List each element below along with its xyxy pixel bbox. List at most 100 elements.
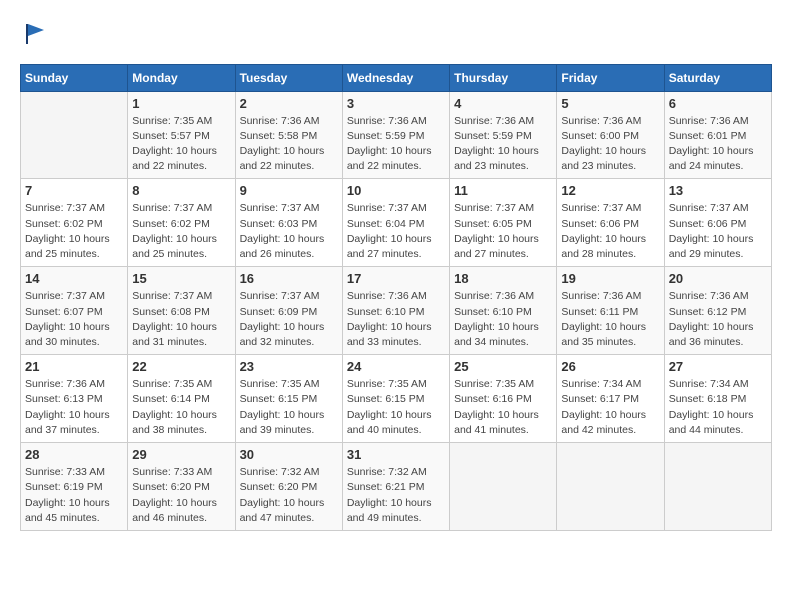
calendar-cell: 13 Sunrise: 7:37 AM Sunset: 6:06 PM Dayli… bbox=[664, 179, 771, 267]
day-detail: Sunrise: 7:37 AM Sunset: 6:05 PM Dayligh… bbox=[454, 201, 552, 262]
day-number: 25 bbox=[454, 359, 552, 374]
header-monday: Monday bbox=[128, 64, 235, 91]
calendar-cell: 23 Sunrise: 7:35 AM Sunset: 6:15 PM Dayli… bbox=[235, 355, 342, 443]
calendar-cell: 10 Sunrise: 7:37 AM Sunset: 6:04 PM Dayli… bbox=[342, 179, 449, 267]
day-detail: Sunrise: 7:36 AM Sunset: 6:11 PM Dayligh… bbox=[561, 289, 659, 350]
day-number: 26 bbox=[561, 359, 659, 374]
calendar-cell: 29Sunrise: 7:33 AM Sunset: 6:20 PM Dayli… bbox=[128, 443, 235, 531]
day-number: 21 bbox=[25, 359, 123, 374]
calendar-cell: 31 Sunrise: 7:32 AM Sunset: 6:21 PM Dayli… bbox=[342, 443, 449, 531]
logo bbox=[20, 20, 50, 48]
calendar-cell: 20 Sunrise: 7:36 AM Sunset: 6:12 PM Dayli… bbox=[664, 267, 771, 355]
day-detail: Sunrise: 7:34 AM Sunset: 6:17 PM Dayligh… bbox=[561, 377, 659, 438]
calendar-cell: 21 Sunrise: 7:36 AM Sunset: 6:13 PM Dayli… bbox=[21, 355, 128, 443]
logo-flag-icon bbox=[22, 20, 50, 48]
day-detail: Sunrise: 7:36 AM Sunset: 6:13 PM Dayligh… bbox=[25, 377, 123, 438]
day-detail: Sunrise: 7:36 AM Sunset: 6:10 PM Dayligh… bbox=[347, 289, 445, 350]
day-detail: Sunrise: 7:32 AM Sunset: 6:20 PM Dayligh… bbox=[240, 465, 338, 526]
header-tuesday: Tuesday bbox=[235, 64, 342, 91]
header-wednesday: Wednesday bbox=[342, 64, 449, 91]
day-detail: Sunrise: 7:37 AM Sunset: 6:02 PM Dayligh… bbox=[25, 201, 123, 262]
calendar-cell: 1 Sunrise: 7:35 AM Sunset: 5:57 PM Daylig… bbox=[128, 91, 235, 179]
day-number: 10 bbox=[347, 183, 445, 198]
calendar-cell: 8 Sunrise: 7:37 AM Sunset: 6:02 PM Daylig… bbox=[128, 179, 235, 267]
calendar-cell: 28 Sunrise: 7:33 AM Sunset: 6:19 PM Dayli… bbox=[21, 443, 128, 531]
day-number: 5 bbox=[561, 96, 659, 111]
day-number: 28 bbox=[25, 447, 123, 462]
day-number: 2 bbox=[240, 96, 338, 111]
day-detail: Sunrise: 7:35 AM Sunset: 6:15 PM Dayligh… bbox=[240, 377, 338, 438]
day-number: 24 bbox=[347, 359, 445, 374]
calendar-cell: 24 Sunrise: 7:35 AM Sunset: 6:15 PM Dayli… bbox=[342, 355, 449, 443]
calendar-cell: 30 Sunrise: 7:32 AM Sunset: 6:20 PM Dayli… bbox=[235, 443, 342, 531]
day-detail: Sunrise: 7:36 AM Sunset: 5:59 PM Dayligh… bbox=[454, 114, 552, 175]
calendar-cell: 4 Sunrise: 7:36 AM Sunset: 5:59 PM Daylig… bbox=[450, 91, 557, 179]
day-number: 7 bbox=[25, 183, 123, 198]
day-number: 20 bbox=[669, 271, 767, 286]
day-number: 18 bbox=[454, 271, 552, 286]
calendar-cell: 17 Sunrise: 7:36 AM Sunset: 6:10 PM Dayli… bbox=[342, 267, 449, 355]
day-detail: Sunrise: 7:36 AM Sunset: 6:01 PM Dayligh… bbox=[669, 114, 767, 175]
calendar-cell: 11 Sunrise: 7:37 AM Sunset: 6:05 PM Dayli… bbox=[450, 179, 557, 267]
calendar-cell bbox=[557, 443, 664, 531]
calendar-week-row: 1 Sunrise: 7:35 AM Sunset: 5:57 PM Daylig… bbox=[21, 91, 772, 179]
day-detail: Sunrise: 7:35 AM Sunset: 6:15 PM Dayligh… bbox=[347, 377, 445, 438]
calendar-cell: 18 Sunrise: 7:36 AM Sunset: 6:10 PM Dayli… bbox=[450, 267, 557, 355]
day-detail: Sunrise: 7:35 AM Sunset: 6:14 PM Dayligh… bbox=[132, 377, 230, 438]
calendar-cell: 26 Sunrise: 7:34 AM Sunset: 6:17 PM Dayli… bbox=[557, 355, 664, 443]
day-detail: Sunrise: 7:37 AM Sunset: 6:06 PM Dayligh… bbox=[669, 201, 767, 262]
day-number: 12 bbox=[561, 183, 659, 198]
day-detail: Sunrise: 7:35 AM Sunset: 5:57 PM Dayligh… bbox=[132, 114, 230, 175]
day-detail: Sunrise: 7:36 AM Sunset: 5:58 PM Dayligh… bbox=[240, 114, 338, 175]
day-number: 30 bbox=[240, 447, 338, 462]
day-number: 23 bbox=[240, 359, 338, 374]
header-saturday: Saturday bbox=[664, 64, 771, 91]
header-friday: Friday bbox=[557, 64, 664, 91]
calendar-week-row: 7 Sunrise: 7:37 AM Sunset: 6:02 PM Daylig… bbox=[21, 179, 772, 267]
day-detail: Sunrise: 7:37 AM Sunset: 6:02 PM Dayligh… bbox=[132, 201, 230, 262]
day-detail: Sunrise: 7:36 AM Sunset: 6:00 PM Dayligh… bbox=[561, 114, 659, 175]
calendar-cell: 25 Sunrise: 7:35 AM Sunset: 6:16 PM Dayli… bbox=[450, 355, 557, 443]
day-detail: Sunrise: 7:33 AM Sunset: 6:19 PM Dayligh… bbox=[25, 465, 123, 526]
day-detail: Sunrise: 7:34 AM Sunset: 6:18 PM Dayligh… bbox=[669, 377, 767, 438]
header-sunday: Sunday bbox=[21, 64, 128, 91]
day-number: 16 bbox=[240, 271, 338, 286]
calendar-cell: 27Sunrise: 7:34 AM Sunset: 6:18 PM Dayli… bbox=[664, 355, 771, 443]
page-header bbox=[20, 20, 772, 48]
calendar-week-row: 21 Sunrise: 7:36 AM Sunset: 6:13 PM Dayli… bbox=[21, 355, 772, 443]
day-number: 15 bbox=[132, 271, 230, 286]
calendar-cell: 19Sunrise: 7:36 AM Sunset: 6:11 PM Dayli… bbox=[557, 267, 664, 355]
calendar-cell: 3 Sunrise: 7:36 AM Sunset: 5:59 PM Daylig… bbox=[342, 91, 449, 179]
calendar-header-row: SundayMondayTuesdayWednesdayThursdayFrid… bbox=[21, 64, 772, 91]
day-number: 17 bbox=[347, 271, 445, 286]
day-detail: Sunrise: 7:37 AM Sunset: 6:09 PM Dayligh… bbox=[240, 289, 338, 350]
day-detail: Sunrise: 7:37 AM Sunset: 6:07 PM Dayligh… bbox=[25, 289, 123, 350]
day-detail: Sunrise: 7:36 AM Sunset: 6:12 PM Dayligh… bbox=[669, 289, 767, 350]
day-detail: Sunrise: 7:37 AM Sunset: 6:04 PM Dayligh… bbox=[347, 201, 445, 262]
calendar-cell: 14 Sunrise: 7:37 AM Sunset: 6:07 PM Dayli… bbox=[21, 267, 128, 355]
day-number: 6 bbox=[669, 96, 767, 111]
day-number: 3 bbox=[347, 96, 445, 111]
calendar-table: SundayMondayTuesdayWednesdayThursdayFrid… bbox=[20, 64, 772, 531]
day-detail: Sunrise: 7:33 AM Sunset: 6:20 PM Dayligh… bbox=[132, 465, 230, 526]
day-number: 1 bbox=[132, 96, 230, 111]
header-thursday: Thursday bbox=[450, 64, 557, 91]
day-number: 14 bbox=[25, 271, 123, 286]
day-number: 11 bbox=[454, 183, 552, 198]
day-number: 8 bbox=[132, 183, 230, 198]
calendar-cell: 5 Sunrise: 7:36 AM Sunset: 6:00 PM Daylig… bbox=[557, 91, 664, 179]
day-detail: Sunrise: 7:37 AM Sunset: 6:08 PM Dayligh… bbox=[132, 289, 230, 350]
day-detail: Sunrise: 7:35 AM Sunset: 6:16 PM Dayligh… bbox=[454, 377, 552, 438]
calendar-cell: 15 Sunrise: 7:37 AM Sunset: 6:08 PM Dayli… bbox=[128, 267, 235, 355]
day-detail: Sunrise: 7:32 AM Sunset: 6:21 PM Dayligh… bbox=[347, 465, 445, 526]
day-detail: Sunrise: 7:37 AM Sunset: 6:03 PM Dayligh… bbox=[240, 201, 338, 262]
calendar-week-row: 28 Sunrise: 7:33 AM Sunset: 6:19 PM Dayli… bbox=[21, 443, 772, 531]
day-detail: Sunrise: 7:36 AM Sunset: 5:59 PM Dayligh… bbox=[347, 114, 445, 175]
day-detail: Sunrise: 7:36 AM Sunset: 6:10 PM Dayligh… bbox=[454, 289, 552, 350]
day-number: 13 bbox=[669, 183, 767, 198]
calendar-cell bbox=[664, 443, 771, 531]
day-number: 4 bbox=[454, 96, 552, 111]
day-number: 31 bbox=[347, 447, 445, 462]
calendar-cell: 22Sunrise: 7:35 AM Sunset: 6:14 PM Dayli… bbox=[128, 355, 235, 443]
calendar-cell: 6 Sunrise: 7:36 AM Sunset: 6:01 PM Daylig… bbox=[664, 91, 771, 179]
